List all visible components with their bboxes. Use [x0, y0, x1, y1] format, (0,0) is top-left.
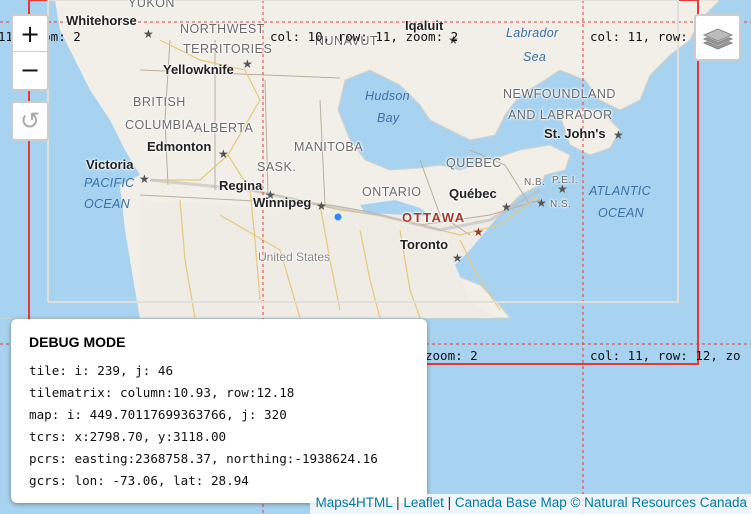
region-yukon: YUKON: [128, 0, 175, 10]
star-icon: ★: [316, 199, 327, 213]
debug-map: map: i: 449.70117699363766, j: 320: [29, 407, 287, 422]
city-yellowknife: Yellowknife: [163, 62, 234, 77]
debug-tcrs: tcrs: x:2798.70, y:3118.00: [29, 429, 227, 444]
country-us: United States: [258, 250, 331, 264]
region-nb: N.B.: [524, 177, 546, 188]
region-bc-line1: BRITISH: [133, 95, 186, 109]
debug-title: DEBUG MODE: [29, 334, 126, 350]
star-icon: ★: [139, 172, 150, 186]
city-whitehorse: Whitehorse: [66, 13, 137, 28]
region-ontario: ONTARIO: [362, 185, 422, 199]
tile-label: col: 11, row: 12, zo: [590, 348, 741, 363]
water-pacific-line1: PACIFIC: [84, 176, 135, 190]
capital-star-icon: ★: [473, 225, 484, 239]
debug-tile: tile: i: 239, j: 46: [29, 363, 174, 378]
zoom-control: + −: [11, 14, 49, 91]
tile-label: col: 10, row: 11, zoom: 2: [270, 29, 459, 44]
star-icon: ★: [536, 196, 547, 210]
star-icon: ★: [242, 57, 253, 71]
tile-label: zoom: 2: [425, 348, 478, 363]
region-nl-line1: NEWFOUNDLAND: [503, 87, 616, 101]
region-nwt-line1: NORTHWEST: [180, 22, 265, 36]
region-bc-line2: COLUMBIA: [125, 118, 195, 132]
attribution-separator: |: [443, 495, 455, 510]
debug-gcrs: gcrs: lon: -73.06, lat: 28.94: [29, 473, 249, 488]
region-sask: SASK.: [257, 160, 297, 174]
attribution-separator: |: [392, 495, 404, 510]
city-regina: Regina: [219, 178, 263, 193]
city-winnipeg: Winnipeg: [253, 195, 312, 210]
region-quebec: QUEBEC: [446, 156, 502, 170]
zoom-in-button[interactable]: +: [13, 16, 47, 52]
reload-icon: ↺: [19, 107, 41, 135]
star-icon: ★: [143, 27, 154, 41]
star-icon: ★: [557, 182, 568, 196]
star-icon: ★: [452, 251, 463, 265]
city-victoria: Victoria: [86, 157, 134, 172]
canada-basemap-link[interactable]: Canada Base Map © Natural Resources Cana…: [455, 495, 747, 510]
water-hudson-line2: Bay: [377, 111, 400, 125]
city-toronto: Toronto: [400, 237, 449, 252]
reload-button[interactable]: ↺: [11, 101, 49, 141]
attribution-bar: Maps4HTML | Leaflet | Canada Base Map © …: [309, 494, 751, 514]
city-st-johns: St. John's: [544, 126, 606, 141]
debug-panel: DEBUG MODE tile: i: 239, j: 46 tilematri…: [11, 319, 427, 503]
water-hudson-line1: Hudson: [365, 89, 410, 103]
water-atlantic-line2: OCEAN: [598, 206, 644, 220]
water-labrador-line1: Labrador: [506, 26, 559, 40]
city-quebec: Québec: [449, 186, 497, 201]
star-icon: ★: [613, 128, 624, 142]
water-atlantic-line1: ATLANTIC: [589, 184, 651, 198]
star-icon: ★: [501, 200, 512, 214]
region-nwt-line2: TERRITORIES: [183, 42, 273, 56]
region-ns: N.S.: [550, 199, 572, 210]
city-ottawa-capital: OTTAWA: [402, 210, 466, 225]
water-labrador-line2: Sea: [523, 50, 547, 64]
region-manitoba: MANITOBA: [294, 140, 364, 154]
cursor-marker: [334, 213, 342, 221]
debug-pcrs: pcrs: easting:2368758.37, northing:-1938…: [29, 451, 378, 466]
maps4html-link[interactable]: Maps4HTML: [316, 495, 393, 510]
region-alberta: ALBERTA: [194, 121, 254, 135]
debug-tilematrix: tilematrix: column:10.93, row:12.18: [29, 385, 295, 400]
layers-button[interactable]: [694, 14, 741, 61]
zoom-out-button[interactable]: −: [13, 52, 47, 88]
layers-icon: [702, 27, 733, 50]
city-edmonton: Edmonton: [147, 139, 212, 154]
star-icon: ★: [218, 147, 229, 161]
water-pacific-line2: OCEAN: [84, 197, 130, 211]
leaflet-link[interactable]: Leaflet: [403, 495, 444, 510]
region-nl-line2: AND LABRADOR: [508, 108, 613, 122]
